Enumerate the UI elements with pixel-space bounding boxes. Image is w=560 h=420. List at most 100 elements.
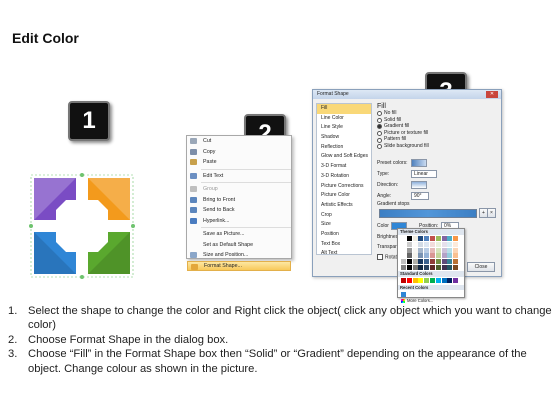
color-swatch[interactable] — [406, 236, 412, 241]
color-swatch[interactable] — [453, 241, 459, 247]
color-swatch[interactable] — [441, 259, 447, 265]
nav-item-reflection[interactable]: Reflection — [317, 143, 371, 153]
color-swatch[interactable] — [441, 247, 447, 253]
color-swatch[interactable] — [406, 278, 412, 284]
color-swatch[interactable] — [453, 278, 459, 284]
color-shapes-graphic[interactable] — [28, 172, 136, 280]
nav-item-shadow[interactable]: Shadow — [317, 133, 371, 143]
color-swatch[interactable] — [453, 247, 459, 253]
color-swatch[interactable] — [424, 236, 430, 241]
color-swatch[interactable] — [429, 259, 435, 265]
purple-shape[interactable] — [34, 178, 76, 220]
color-swatch[interactable] — [435, 247, 441, 253]
color-swatch[interactable] — [418, 253, 424, 259]
color-swatch[interactable] — [412, 253, 418, 259]
color-swatch[interactable] — [429, 236, 435, 241]
type-dropdown[interactable]: Linear — [411, 170, 437, 178]
color-swatch[interactable] — [447, 278, 453, 284]
color-swatch[interactable] — [435, 264, 441, 270]
color-swatch[interactable] — [447, 264, 453, 270]
nav-item-line-color[interactable]: Line Color — [317, 114, 371, 124]
menu-item-set-default-shape[interactable]: Set as Default Shape — [187, 240, 291, 251]
option-solid-fill[interactable]: Solid fill — [375, 117, 497, 124]
color-swatch[interactable] — [406, 241, 412, 247]
color-swatch[interactable] — [435, 241, 441, 247]
option-picture-fill[interactable]: Picture or texture fill — [375, 130, 497, 137]
selection-handle[interactable] — [29, 224, 33, 228]
color-swatch[interactable] — [453, 259, 459, 265]
color-swatch[interactable] — [401, 236, 406, 241]
color-swatch[interactable] — [412, 247, 418, 253]
nav-item-text-box[interactable]: Text Box — [317, 240, 371, 250]
color-swatch[interactable] — [441, 278, 447, 284]
direction-dropdown[interactable] — [411, 181, 427, 189]
color-swatch[interactable] — [441, 236, 447, 241]
color-swatch[interactable] — [435, 236, 441, 241]
color-swatch[interactable] — [406, 247, 412, 253]
color-swatch[interactable] — [429, 247, 435, 253]
color-swatch[interactable] — [401, 259, 406, 265]
option-slide-background-fill[interactable]: Slide background fill — [375, 143, 497, 150]
color-swatch[interactable] — [447, 247, 453, 253]
color-swatch[interactable] — [418, 259, 424, 265]
gradient-stops-bar[interactable] — [379, 209, 477, 218]
color-swatch[interactable] — [412, 278, 418, 284]
color-swatch[interactable] — [429, 278, 435, 284]
color-swatch[interactable] — [441, 253, 447, 259]
more-colors-item[interactable]: More Colors... — [398, 298, 464, 303]
nav-item-line-style[interactable]: Line Style — [317, 123, 371, 133]
selection-handle[interactable] — [80, 275, 84, 279]
color-swatch[interactable] — [401, 253, 406, 259]
close-button[interactable]: Close — [467, 262, 495, 272]
menu-item-edit-text[interactable]: Edit Text — [187, 171, 291, 182]
color-swatch[interactable] — [401, 291, 406, 297]
color-swatch[interactable] — [406, 259, 412, 265]
color-swatch[interactable] — [401, 241, 406, 247]
color-swatch[interactable] — [453, 253, 459, 259]
color-swatch[interactable] — [406, 253, 412, 259]
menu-item-bring-to-front[interactable]: Bring to Front — [187, 195, 291, 206]
color-swatch[interactable] — [435, 253, 441, 259]
option-no-fill[interactable]: No fill — [375, 110, 497, 117]
option-pattern-fill[interactable]: Pattern fill — [375, 136, 497, 143]
nav-item-3d-format[interactable]: 3-D Format — [317, 162, 371, 172]
menu-item-size-position[interactable]: Size and Position... — [187, 250, 291, 261]
color-swatch[interactable] — [447, 241, 453, 247]
color-swatch[interactable] — [453, 236, 459, 241]
menu-item-save-as-picture[interactable]: Save as Picture... — [187, 229, 291, 240]
nav-item-picture-corrections[interactable]: Picture Corrections — [317, 182, 371, 192]
nav-item-position[interactable]: Position — [317, 230, 371, 240]
nav-item-3d-rotation[interactable]: 3-D Rotation — [317, 172, 371, 182]
selection-handle[interactable] — [80, 173, 84, 177]
color-swatch[interactable] — [418, 241, 424, 247]
color-swatch[interactable] — [418, 264, 424, 270]
color-swatch[interactable] — [412, 236, 418, 241]
nav-item-size[interactable]: Size — [317, 220, 371, 230]
color-swatch[interactable] — [401, 247, 406, 253]
color-swatch[interactable] — [401, 278, 406, 284]
option-gradient-fill[interactable]: Gradient fill — [375, 123, 497, 130]
orange-shape[interactable] — [88, 178, 130, 220]
color-swatch[interactable] — [412, 241, 418, 247]
color-swatch[interactable] — [424, 259, 430, 265]
color-swatch[interactable] — [435, 259, 441, 265]
nav-item-picture-color[interactable]: Picture Color — [317, 191, 371, 201]
color-swatch[interactable] — [429, 241, 435, 247]
color-swatch[interactable] — [424, 264, 430, 270]
color-swatch[interactable] — [418, 247, 424, 253]
nav-item-artistic-effects[interactable]: Artistic Effects — [317, 201, 371, 211]
color-swatch[interactable] — [412, 259, 418, 265]
color-swatch[interactable] — [447, 259, 453, 265]
color-swatch[interactable] — [401, 264, 406, 270]
nav-item-glow[interactable]: Glow and Soft Edges — [317, 152, 371, 162]
angle-input[interactable]: 90° — [411, 192, 429, 200]
menu-item-paste[interactable]: Paste — [187, 157, 291, 168]
color-swatch[interactable] — [418, 236, 424, 241]
color-swatch[interactable] — [424, 278, 430, 284]
color-swatch[interactable] — [429, 264, 435, 270]
color-swatch[interactable] — [447, 253, 453, 259]
color-swatch[interactable] — [441, 241, 447, 247]
menu-item-cut[interactable]: Cut — [187, 136, 291, 147]
color-swatch[interactable] — [429, 253, 435, 259]
color-swatch[interactable] — [424, 241, 430, 247]
